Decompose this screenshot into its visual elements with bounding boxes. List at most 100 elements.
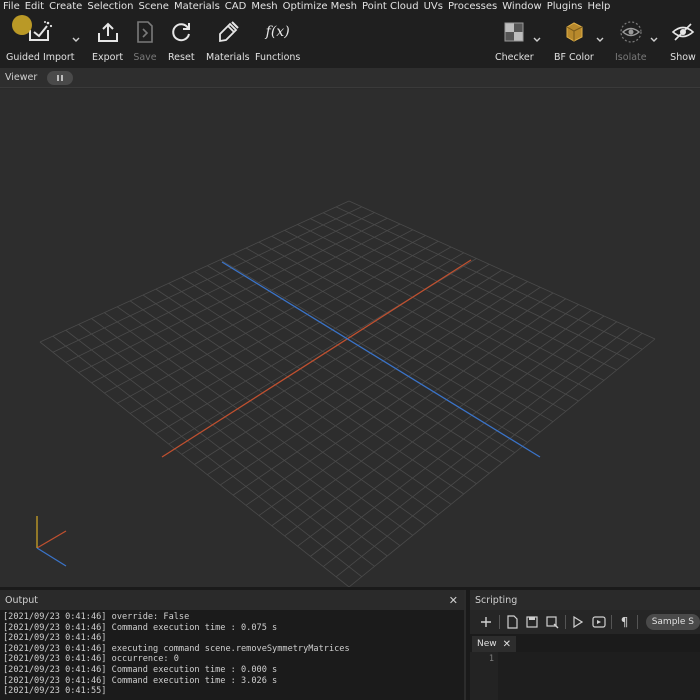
menu-plugins[interactable]: Plugins [547, 0, 588, 14]
grid-line [245, 292, 554, 506]
chevron-down-icon[interactable] [650, 36, 658, 44]
close-icon[interactable]: ✕ [503, 639, 511, 650]
3d-viewport[interactable] [0, 89, 700, 587]
show-eye-icon [670, 18, 696, 46]
save-as-icon[interactable] [543, 612, 564, 632]
grid-lines [39, 200, 656, 587]
log-line: [2021/09/23 0:41:46] occurrence: 0 [3, 654, 179, 665]
menu-scene[interactable]: Scene [138, 0, 174, 14]
grid-line [271, 235, 579, 402]
scripting-panel: Scripting ¶ Sample S New ✕ 1 [470, 590, 700, 700]
menu-processes[interactable]: Processes [448, 0, 502, 14]
isolate-button[interactable]: Isolate [615, 18, 647, 63]
brush-icon [215, 18, 241, 46]
menu-create[interactable]: Create [49, 0, 87, 14]
grid-line [297, 224, 605, 381]
menu-file[interactable]: File [3, 0, 25, 14]
scripting-toolbar: ¶ Sample S [470, 610, 700, 634]
menu-uvs[interactable]: UVs [424, 0, 448, 14]
export-button[interactable]: Export [92, 18, 123, 63]
output-title: Output [5, 594, 38, 606]
reset-button[interactable]: Reset [168, 18, 195, 63]
pause-toggle[interactable] [47, 70, 74, 85]
pause-icon [57, 74, 60, 81]
checker-label: Checker [495, 52, 534, 63]
save-icon[interactable] [522, 612, 543, 632]
chevron-down-icon[interactable] [596, 36, 604, 44]
menu-edit[interactable]: Edit [25, 0, 49, 14]
output-panel: Output ✕ [2021/09/23 0:41:46] override: … [0, 590, 466, 700]
grid-line [323, 212, 630, 361]
reset-label: Reset [168, 52, 195, 63]
grid-line [284, 309, 592, 537]
viewer-title: Viewer [5, 72, 38, 83]
menu-help[interactable]: Help [588, 0, 616, 14]
guided-import-label: Guided Import [6, 52, 75, 63]
pilcrow-icon[interactable]: ¶ [614, 612, 635, 632]
code-area[interactable] [498, 652, 700, 700]
grid-line [207, 275, 515, 476]
grid-line [245, 247, 554, 423]
grid-line [323, 327, 630, 567]
grid-line [207, 265, 515, 454]
functions-button[interactable]: f(x) Functions [255, 18, 300, 63]
log-line: [2021/09/23 0:41:46] override: False [3, 612, 190, 622]
sample-scripts-button[interactable]: Sample S [645, 614, 700, 630]
close-icon[interactable]: ✕ [449, 594, 458, 607]
run-selection-icon[interactable] [589, 612, 610, 632]
script-editor[interactable]: 1 [470, 652, 700, 700]
bf-color-button[interactable]: BF Color [554, 18, 594, 63]
checker-icon [501, 18, 527, 46]
main-toolbar: Guided Import Export Save Reset Material… [0, 14, 700, 68]
save-label: Save [133, 52, 157, 63]
x-axis-line [161, 259, 472, 458]
add-icon[interactable] [476, 612, 497, 632]
bf-color-label: BF Color [554, 52, 594, 63]
show-button[interactable]: Show [670, 18, 696, 63]
viewer-tab: Viewer [0, 68, 700, 88]
log-line: [2021/09/23 0:41:46] executing command s… [3, 643, 350, 654]
menu-optimize-mesh[interactable]: Optimize Mesh [283, 0, 362, 14]
script-tabs: New ✕ [470, 634, 700, 652]
gizmo-x-axis [36, 530, 67, 549]
chevron-down-icon[interactable] [533, 36, 541, 44]
scripting-title: Scripting [475, 594, 518, 606]
reset-icon [168, 18, 194, 46]
grid-line [310, 321, 617, 557]
log-line: [2021/09/23 0:41:46] Command execution t… [3, 675, 278, 686]
menu-selection[interactable]: Selection [87, 0, 138, 14]
isolate-label: Isolate [615, 52, 647, 63]
log-line: [2021/09/23 0:41:55] [3, 686, 107, 697]
materials-label: Materials [206, 52, 250, 63]
isolate-eye-icon [618, 18, 644, 46]
save-button[interactable]: Save [132, 18, 158, 63]
gizmo-z-axis [36, 547, 67, 567]
tab-new[interactable]: New ✕ [472, 636, 517, 652]
grid-line [335, 332, 643, 578]
menu-cad[interactable]: CAD [225, 0, 252, 14]
export-label: Export [92, 52, 124, 63]
grid-line [232, 286, 541, 496]
run-icon[interactable] [568, 612, 589, 632]
menu-bar: File Edit Create Selection Scene Materials CAD… [0, 0, 700, 14]
scripting-header: Scripting [470, 590, 700, 610]
grid-line [271, 304, 579, 527]
output-log[interactable]: [2021/09/23 0:41:46] override: False [202… [0, 610, 464, 700]
menu-window[interactable]: Window [502, 0, 546, 14]
open-file-icon[interactable] [501, 612, 522, 632]
checker-button[interactable]: Checker [495, 18, 534, 63]
functions-label: Functions [255, 52, 301, 63]
chevron-down-icon[interactable] [72, 36, 80, 44]
function-icon: f(x) [265, 24, 290, 40]
materials-button[interactable]: Materials [206, 18, 250, 63]
grid-line [348, 200, 656, 340]
grid-line [335, 206, 643, 350]
ground-grid [36, 200, 656, 587]
menu-mesh[interactable]: Mesh [251, 0, 282, 14]
grid-line [258, 241, 566, 412]
menu-materials[interactable]: Materials [174, 0, 225, 14]
menu-point-cloud[interactable]: Point Cloud [362, 0, 424, 14]
output-header: Output ✕ [0, 590, 464, 610]
grid-line [220, 259, 528, 443]
export-icon [95, 18, 121, 46]
